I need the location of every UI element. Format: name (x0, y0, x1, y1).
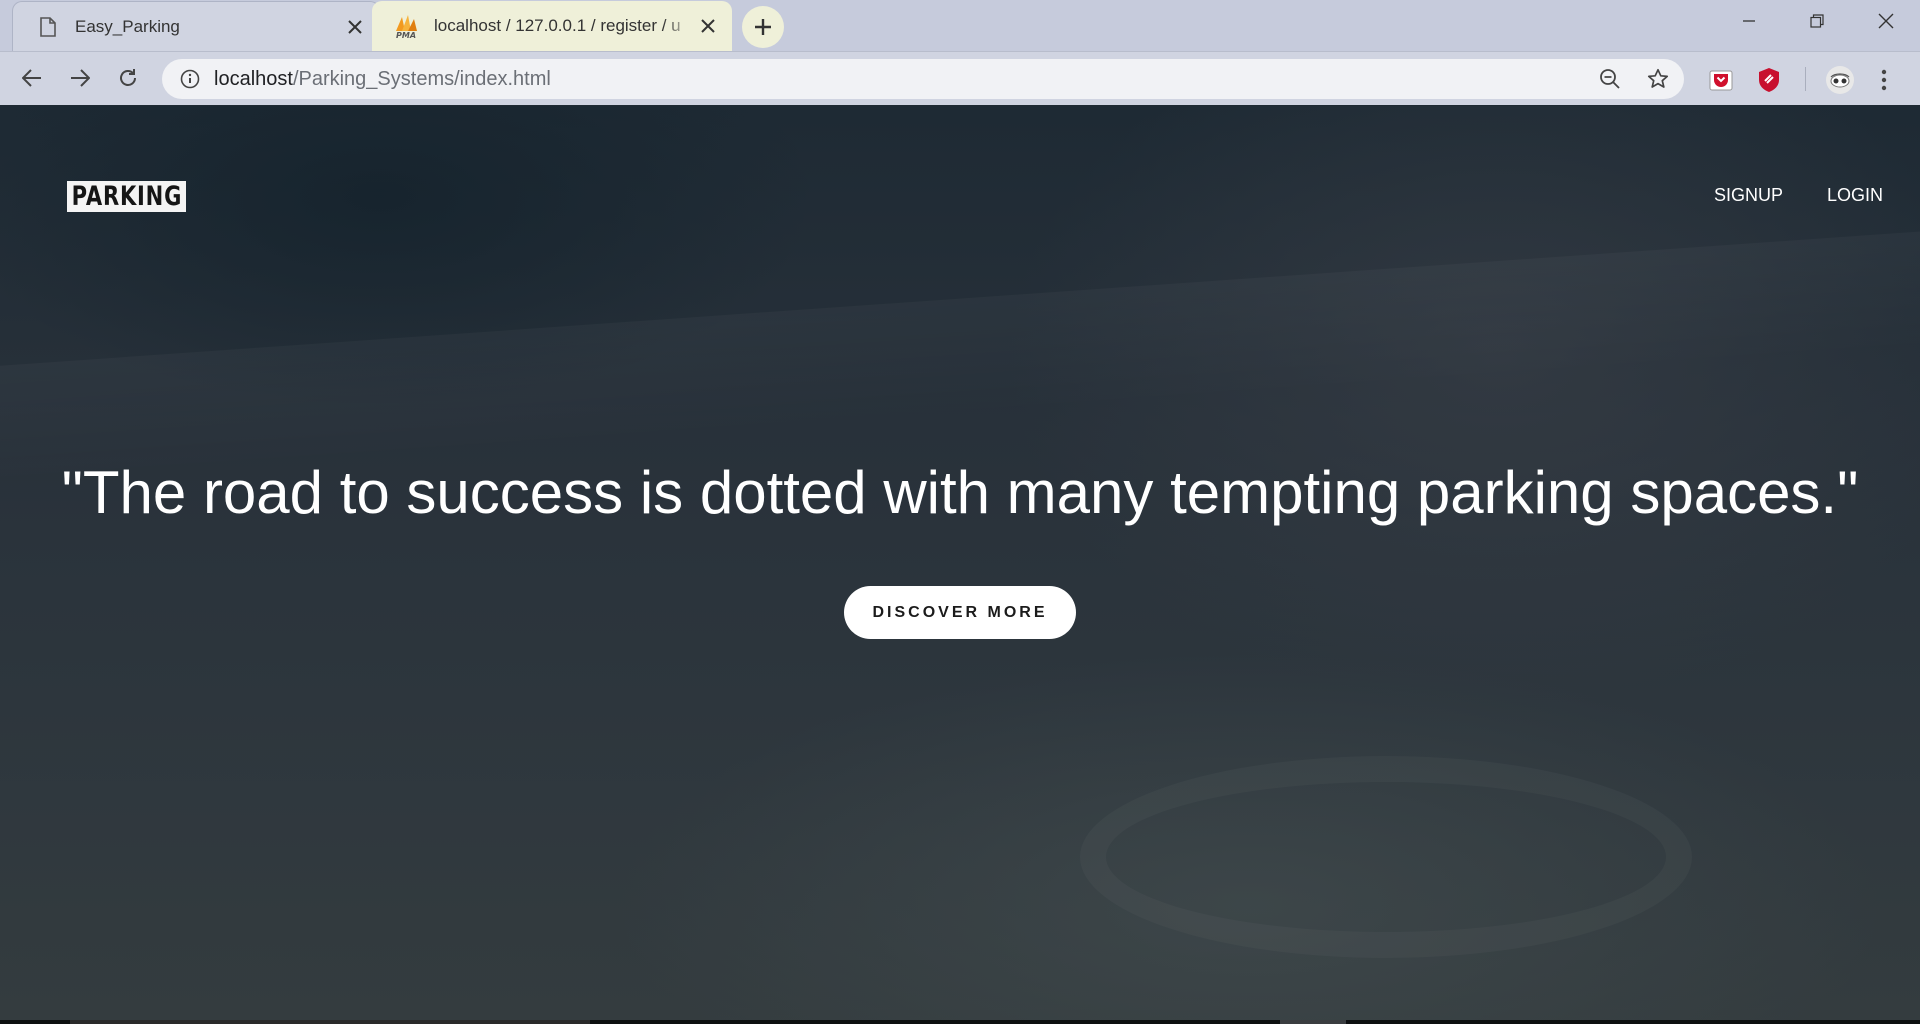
restore-icon (1810, 14, 1824, 28)
minimize-button[interactable] (1715, 0, 1783, 42)
bookmark-star-icon[interactable] (1646, 67, 1670, 91)
svg-text:PMA: PMA (396, 31, 416, 39)
hero-section: PARKING SIGNUP LOGIN "The road to succes… (0, 106, 1920, 1024)
phpmyadmin-icon: PMA (392, 11, 422, 41)
browser-tab-strip: Easy_Parking PMA localhost / 127.0.0.1 /… (0, 0, 1920, 51)
url-host: localhost (214, 67, 293, 90)
arrow-left-icon (22, 69, 41, 87)
tab-title: localhost / 127.0.0.1 / register / u (434, 16, 681, 35)
tab-easy-parking[interactable]: Easy_Parking (12, 1, 380, 51)
reload-icon (120, 69, 136, 86)
site-logo[interactable]: PARKING (67, 181, 186, 212)
plus-icon (755, 19, 771, 35)
address-bar[interactable]: localhost/Parking_Systems/index.html (162, 59, 1684, 99)
page-icon (33, 12, 63, 42)
close-tab-icon[interactable] (694, 12, 722, 40)
hero-quote: "The road to success is dotted with many… (61, 459, 1859, 526)
mcafee-shield-icon[interactable] (1755, 66, 1783, 94)
bottom-strip (0, 1020, 1920, 1024)
tab-phpmyadmin[interactable]: PMA localhost / 127.0.0.1 / register / u (372, 1, 732, 51)
forward-button[interactable] (62, 60, 98, 96)
zoom-out-icon[interactable] (1598, 67, 1622, 91)
url-path: /Parking_Systems/index.html (292, 67, 551, 90)
restore-button[interactable] (1783, 0, 1851, 42)
close-icon (1878, 13, 1894, 29)
back-button[interactable] (14, 60, 50, 96)
bottom-strip-segment (1280, 1020, 1346, 1024)
url-text: localhost/Parking_Systems/index.html (214, 68, 551, 91)
discover-more-button[interactable]: DISCOVER MORE (844, 586, 1076, 639)
profile-avatar[interactable] (1824, 64, 1856, 96)
reload-button[interactable] (110, 60, 146, 96)
browser-toolbar: localhost/Parking_Systems/index.html (0, 51, 1920, 105)
tab-title: Easy_Parking (75, 16, 180, 36)
logo-text: PARKING (71, 181, 182, 212)
close-window-button[interactable] (1852, 0, 1920, 42)
new-tab-button[interactable] (742, 6, 784, 48)
bottom-strip-segment (70, 1020, 590, 1024)
minimize-icon (1743, 20, 1755, 22)
close-tab-icon[interactable] (341, 13, 369, 41)
kebab-menu-icon[interactable] (1870, 66, 1898, 94)
nav-login-link[interactable]: LOGIN (1827, 185, 1883, 206)
nav-signup-link[interactable]: SIGNUP (1714, 185, 1783, 206)
info-icon[interactable] (178, 67, 202, 91)
arrow-right-icon (71, 69, 90, 87)
pocket-extension-icon[interactable] (1707, 66, 1735, 94)
toolbar-separator (1805, 67, 1806, 91)
